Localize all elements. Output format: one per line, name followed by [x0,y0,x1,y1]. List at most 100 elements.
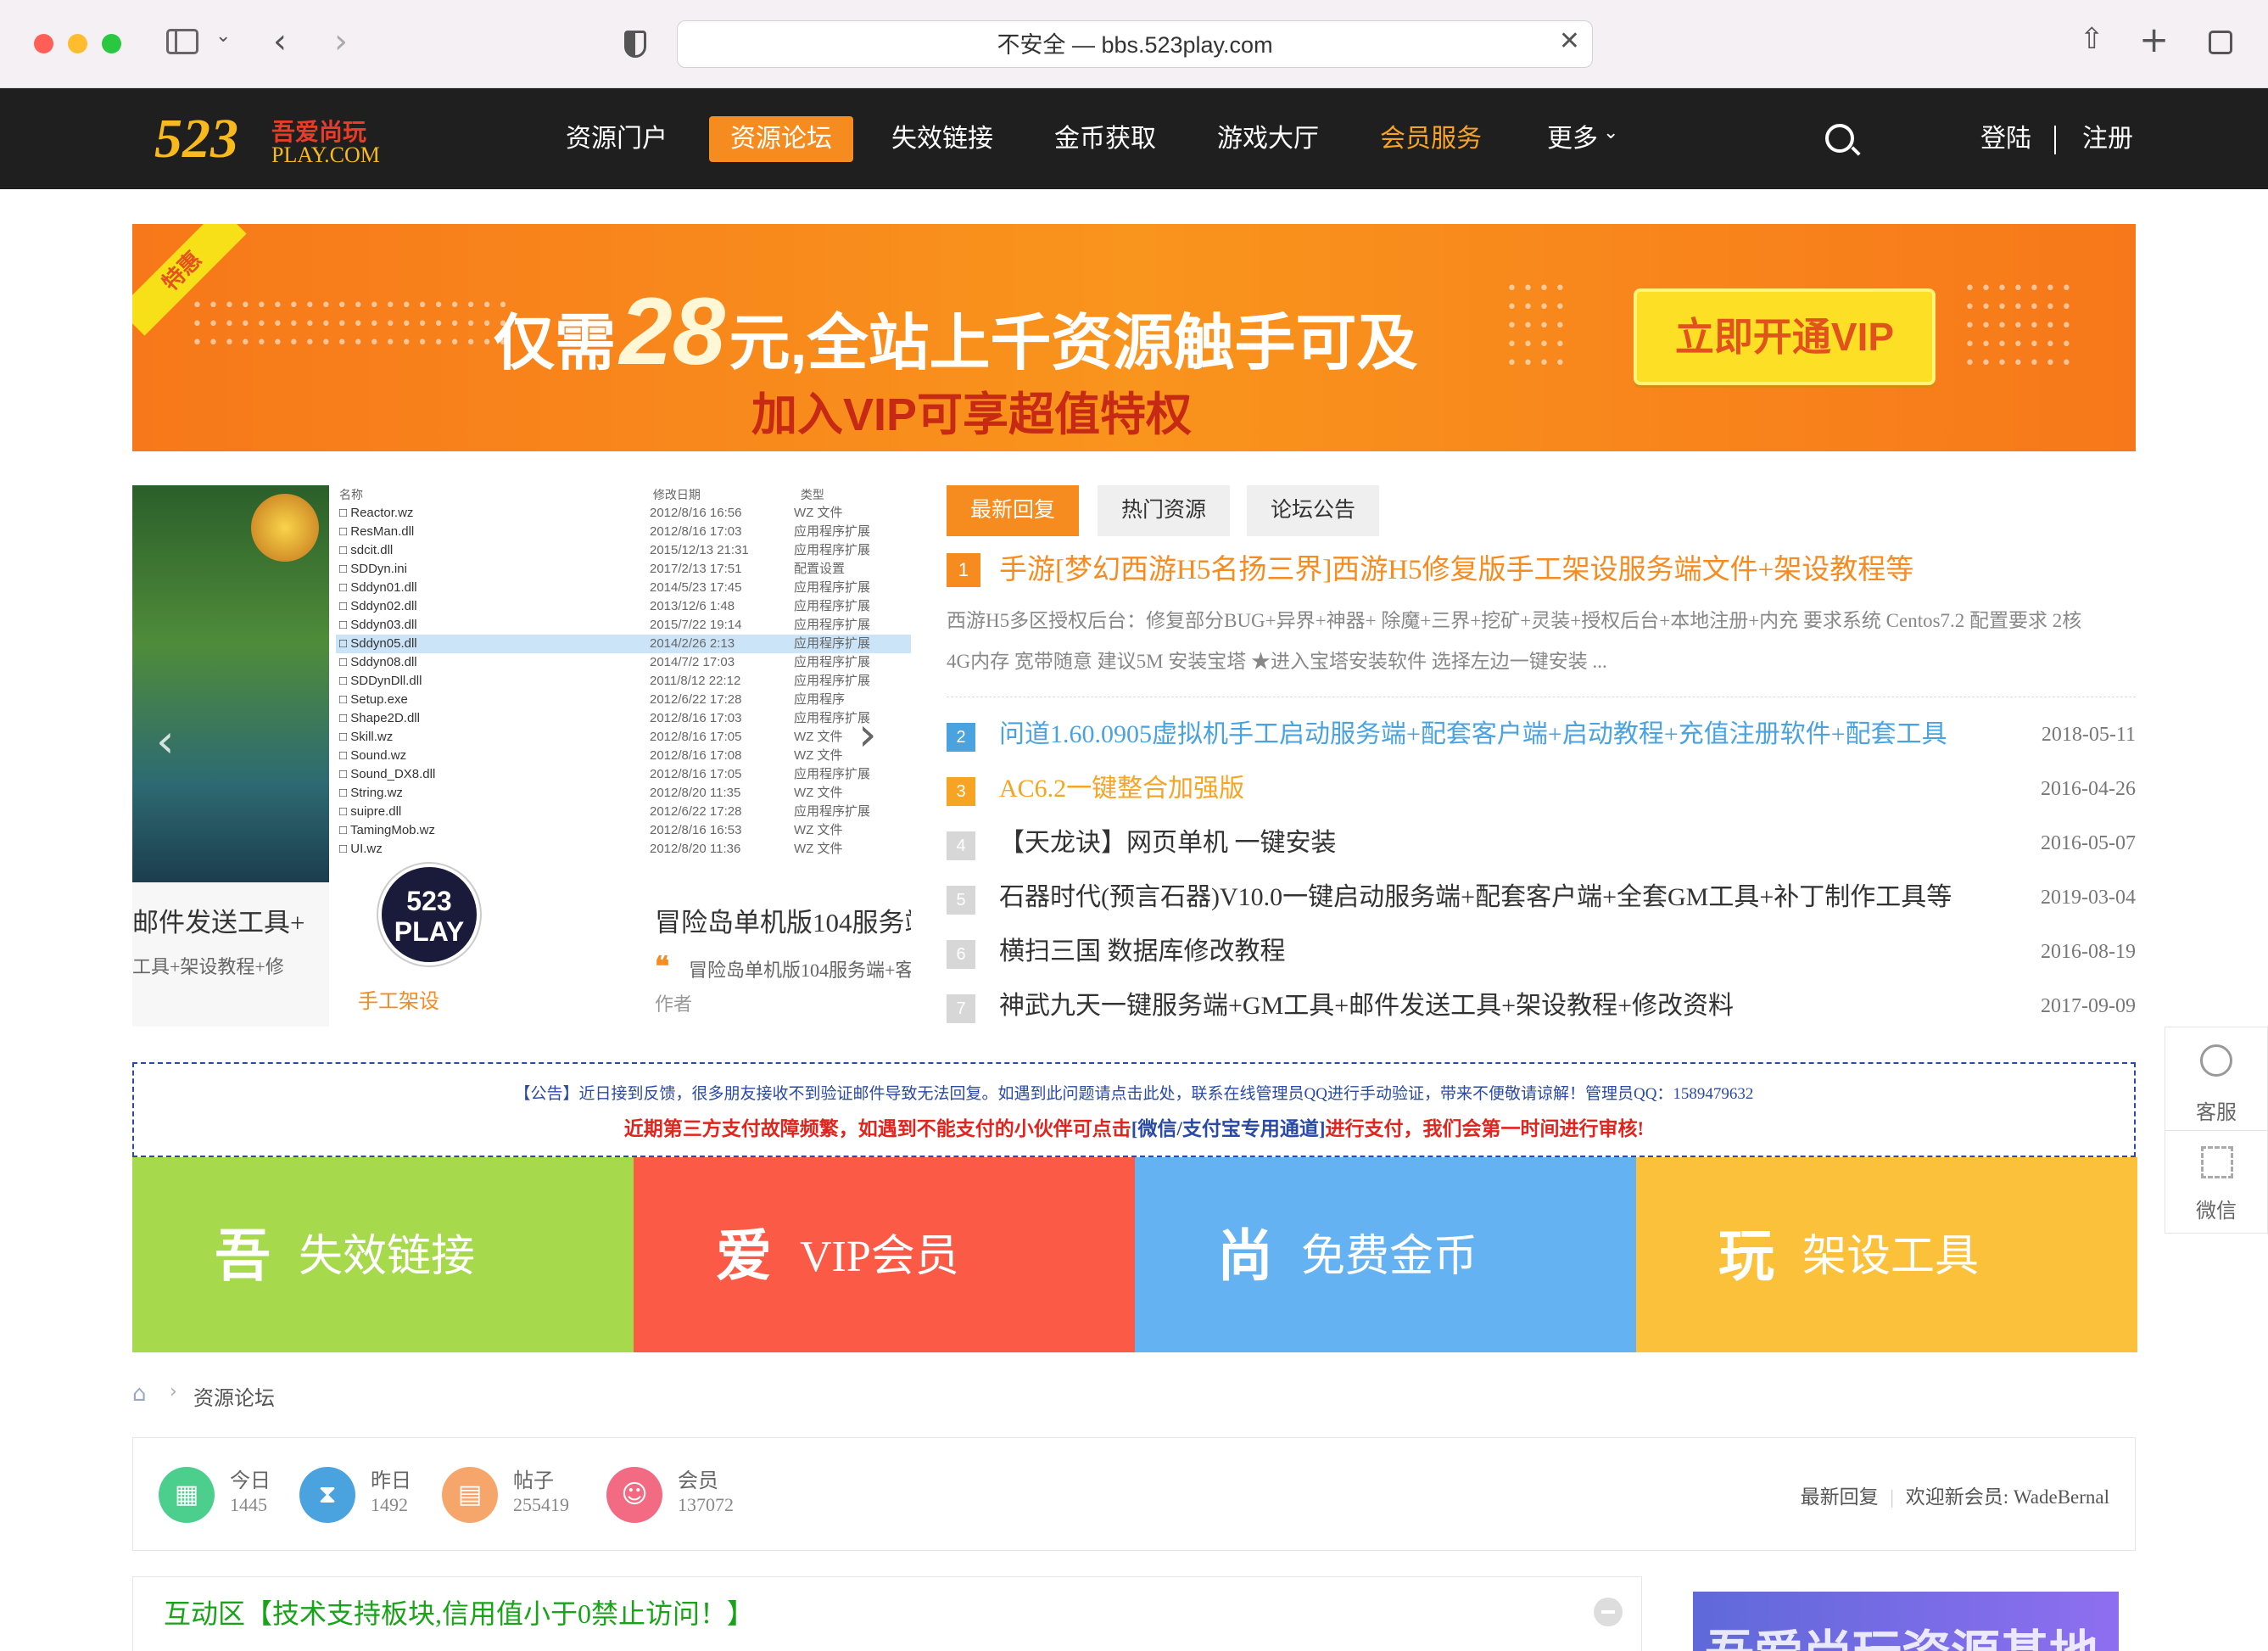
stat-label: 帖子 [513,1470,554,1492]
collapse-icon[interactable] [1594,1598,1623,1626]
chevron-down-icon: ⌄ [1603,122,1619,143]
share-icon[interactable]: ⇧ [2080,22,2104,56]
calendar-icon: ▦ [159,1467,215,1523]
feature-tile[interactable]: 尚免费金币 [1135,1157,1636,1352]
maximize-window-button[interactable] [102,34,121,53]
news-title[interactable]: 横扫三国 数据库修改教程 [999,925,1286,979]
slider-next-icon[interactable]: › [858,708,877,761]
welcome-member[interactable]: 欢迎新会员: WadeBernal [1906,1486,2109,1508]
featured-title[interactable]: 手游[梦幻西游H5名扬三界]西游H5修复版手工架设服务端文件+架设教程等 [999,553,1913,587]
address-bar[interactable]: 不安全 — bbs.523play.com ✕ [677,20,1593,68]
side-service-panel: 客服 微信 [2165,1027,2268,1234]
news-item[interactable]: 2 问道1.60.0905虚拟机手工启动服务端+配套客户端+启动教程+充值注册软件… [947,708,2136,762]
stats-right: 最新回复 | 欢迎新会员: WadeBernal [1800,1486,2109,1508]
open-vip-button[interactable]: 立即开通VIP [1634,288,1936,385]
stat-label: 今日 [230,1470,271,1492]
browser-toolbar: ⌄ ‹ › 不安全 — bbs.523play.com ✕ ⇧ + [0,0,2268,88]
tab-overview-icon[interactable] [2209,31,2232,54]
feature-tile[interactable]: 爱 VIP会员 [634,1157,1135,1352]
back-icon[interactable]: ‹ [273,22,287,61]
nav-vip[interactable]: 会员服务 [1376,116,1486,162]
stat-value: 1492 [371,1494,408,1515]
file-row: □ ResMan.dll 2012/8/16 17:03 应用程序扩展 [339,524,871,539]
banner-dots-right-2: ••••••• ••••••• ••••••• ••••••• ••••••• [1964,278,2077,374]
site-navbar: 523 吾爱尚玩 PLAY.COM 资源门户 资源论坛 失效链接 金币获取 游戏… [0,88,2268,189]
wechat-button[interactable]: 微信 [2165,1131,2267,1234]
image-slider[interactable]: ‹ 名称 修改日期 类型 □ Reactor.wz 2012/8/16 16:56… [132,485,911,1027]
tab-forum-notice[interactable]: 论坛公告 [1247,485,1379,536]
file-row: □ sdcit.dll 2015/12/13 21:31 应用程序扩展 [339,543,871,557]
tile-label: 失效链接 [299,1233,476,1281]
featured-desc-2: 4G内存 宽带随意 建议5M 安装宝塔 ★进入宝塔安装软件 选择左边一键安装 .… [947,651,1607,672]
news-title[interactable]: 问道1.60.0905虚拟机手工启动服务端+配套客户端+启动教程+充值注册软件+… [999,708,1947,762]
stat-label: 会员 [678,1470,718,1492]
feature-tile[interactable]: 吾失效链接 [132,1157,634,1352]
news-date: 2019-03-04 [2041,887,2136,909]
nav-game-hall[interactable]: 游戏大厅 [1213,116,1323,162]
latest-reply-link[interactable]: 最新回复 [1801,1486,1879,1508]
minimize-window-button[interactable] [68,34,87,53]
customer-service-button[interactable]: 客服 [2165,1027,2267,1131]
feature-tile[interactable]: 玩架设工具 [1636,1157,2137,1352]
nav-coins[interactable]: 金币获取 [1050,116,1160,162]
privacy-shield-icon[interactable] [624,31,646,58]
new-tab-icon[interactable]: + [2139,19,2169,60]
news-item[interactable]: 3 AC6.2一键整合加强版 2016-04-26 [947,762,2136,816]
news-item[interactable]: 7 神武九天一键服务端+GM工具+邮件发送工具+架设教程+修改资料 2017-09-… [947,979,2136,1033]
chevron-down-icon[interactable]: ⌄ [215,25,231,47]
tile-label: 架设工具 [1802,1233,1980,1281]
tile-label: 免费金币 [1301,1233,1478,1281]
news-item[interactable]: 6 横扫三国 数据库修改教程 2016-08-19 [947,925,2136,979]
forum-section-title[interactable]: 互动区【技术支持板块,信用值小于0禁止访问！】 [164,1592,754,1631]
news-title[interactable]: 【天龙诀】网页单机 一键安装 [999,816,1337,870]
nav-portal[interactable]: 资源门户 [561,116,672,162]
register-link[interactable]: 注册 [2070,116,2146,162]
search-icon[interactable] [1825,124,1861,156]
avatar[interactable]: 523 PLAY [378,864,480,965]
news-item[interactable]: 5 石器时代(预言石器)V10.0一键启动服务端+配套客户端+全套GM工具+补丁制… [947,870,2136,925]
news-title[interactable]: 石器时代(预言石器)V10.0一键启动服务端+配套客户端+全套GM工具+补丁制作… [999,870,1952,925]
tile-icon: 尚 [1217,1226,1273,1288]
file-row: □ Sddyn08.dll 2014/7/2 17:03 应用程序扩展 [339,655,871,669]
tile-label: VIP会员 [800,1233,959,1281]
news-rank: 2 [947,723,975,752]
side-ad-banner[interactable]: 吾爱尚玩资源基地 [1693,1592,2119,1651]
slide-left-info: 邮件发送工具+ 工具+架设教程+修 [132,882,329,1027]
nav-forum[interactable]: 资源论坛 [709,116,853,162]
news-title[interactable]: AC6.2一键整合加强版 [999,762,1244,816]
forward-icon[interactable]: › [334,22,348,61]
headset-icon [2200,1044,2232,1077]
close-window-button[interactable] [34,34,53,53]
news-title[interactable]: 神武九天一键服务端+GM工具+邮件发送工具+架设教程+修改资料 [999,979,1734,1033]
stat-item: ⧗ 昨日 1492 [299,1438,444,1552]
qrcode-icon [2201,1146,2233,1178]
news-date: 2016-08-19 [2041,941,2136,963]
news-date: 2016-05-07 [2041,832,2136,854]
file-row: □ Sddyn05.dll 2014/2/26 2:13 应用程序扩展 [336,635,911,653]
stat-item: ▦ 今日 1445 [159,1438,303,1552]
slide-caption[interactable]: 冒险岛单机版104服务端+客户端+ [655,901,911,939]
nav-more[interactable]: 更多 [1539,116,1606,162]
tab-latest-reply[interactable]: 最新回复 [947,485,1079,536]
sidebar-toggle-icon[interactable] [166,29,198,54]
payment-channel-link[interactable]: [微信/支付宝专用通道] [1131,1118,1326,1139]
clear-url-icon[interactable]: ✕ [1559,26,1580,56]
file-list-header: 名称 修改日期 类型 [339,488,824,501]
tile-icon: 吾 [215,1226,271,1288]
game-emblem [251,494,319,562]
vip-banner[interactable]: 特惠 •••••••••••••••••••• •••••••••••••••••… [132,224,2136,451]
quote-icon: ❝ [655,950,670,982]
tab-hot-resources[interactable]: 热门资源 [1098,485,1230,536]
home-icon[interactable]: ⌂ [132,1381,147,1407]
announcement-line-1[interactable]: 【公告】近日接到反馈，很多朋友接收不到验证邮件导致无法回复。如遇到此问题请点击此… [134,1081,2134,1104]
slider-prev-icon[interactable]: ‹ [156,714,175,768]
slide-author: 作者 [655,993,693,1015]
login-link[interactable]: 登陆 [1968,116,2044,162]
file-row: □ Setup.exe 2012/6/22 17:28 应用程序 [339,692,846,707]
news-item[interactable]: 4 【天龙诀】网页单机 一键安装 2016-05-07 [947,816,2136,870]
slide-game-image [132,485,329,882]
nav-broken-links[interactable]: 失效链接 [887,116,997,162]
stat-value: 1445 [230,1494,267,1515]
site-logo[interactable]: 523 吾爱尚玩 PLAY.COM [154,105,400,173]
breadcrumb-current[interactable]: 资源论坛 [193,1381,275,1411]
